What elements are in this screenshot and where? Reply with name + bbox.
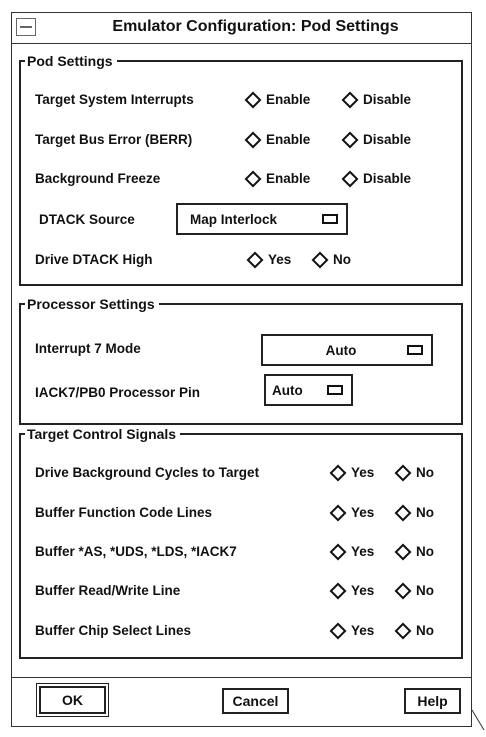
drive-dtack-high-yes-radio[interactable]: Yes: [246, 251, 292, 268]
target-control-signals-group: Target Control Signals Drive Background …: [19, 425, 463, 659]
diamond-radio-icon: [341, 131, 359, 148]
drive-dtack-high-label: Drive DTACK High: [35, 252, 153, 267]
diamond-radio-icon: [341, 91, 359, 108]
drive-dtack-high-no-radio[interactable]: No: [311, 251, 351, 268]
pod-settings-group: Pod Settings Target System Interrupts En…: [19, 52, 463, 286]
dtack-source-label: DTACK Source: [39, 212, 135, 227]
iack7-pb0-value: Auto: [272, 382, 303, 398]
target-system-interrupts-label: Target System Interrupts: [35, 92, 194, 107]
target-control-signals-title: Target Control Signals: [25, 425, 181, 443]
processor-settings-group: Processor Settings Interrupt 7 Mode Auto…: [19, 295, 463, 425]
drive-background-cycles-no-radio[interactable]: No: [394, 464, 434, 481]
title-bar: Emulator Configuration: Pod Settings: [12, 13, 471, 44]
diamond-radio-icon: [329, 582, 347, 599]
option-label: Enable: [266, 132, 311, 147]
diamond-radio-icon: [246, 251, 264, 268]
drive-background-cycles-yes-radio[interactable]: Yes: [329, 464, 375, 481]
background-freeze-label: Background Freeze: [35, 171, 161, 186]
help-button[interactable]: Help: [404, 688, 461, 714]
dropdown-indicator-icon: [407, 345, 423, 355]
option-label: No: [416, 623, 434, 638]
buffer-read-write-line-label: Buffer Read/Write Line: [35, 583, 181, 598]
diamond-radio-icon: [394, 582, 412, 599]
background-freeze-enable-radio[interactable]: Enable: [244, 170, 311, 187]
option-label: Enable: [266, 92, 311, 107]
buffer-function-code-lines-label: Buffer Function Code Lines: [35, 505, 212, 520]
buffer-chip-select-lines-yes-radio[interactable]: Yes: [329, 622, 375, 639]
buffer-read-write-line-no-radio[interactable]: No: [394, 582, 434, 599]
diamond-radio-icon: [244, 131, 262, 148]
diamond-radio-icon: [244, 91, 262, 108]
target-system-interrupts-disable-radio[interactable]: Disable: [341, 91, 412, 108]
iack7-pb0-label: IACK7/PB0 Processor Pin: [35, 385, 201, 400]
button-area-separator: [12, 677, 471, 678]
target-bus-error-disable-radio[interactable]: Disable: [341, 131, 412, 148]
diamond-radio-icon: [329, 622, 347, 639]
buffer-as-uds-lds-iack7-no-radio[interactable]: No: [394, 543, 434, 560]
option-label: Yes: [351, 544, 375, 559]
dialog-window: Emulator Configuration: Pod Settings Pod…: [11, 12, 472, 727]
option-label: Disable: [363, 132, 412, 147]
option-label: No: [333, 252, 351, 267]
dtack-source-dropdown[interactable]: Map Interlock: [176, 203, 348, 235]
option-label: Disable: [363, 92, 412, 107]
buffer-chip-select-lines-no-radio[interactable]: No: [394, 622, 434, 639]
diamond-radio-icon: [394, 464, 412, 481]
diamond-radio-icon: [329, 464, 347, 481]
interrupt-7-mode-value: Auto: [325, 342, 357, 358]
buffer-as-uds-lds-iack7-label: Buffer *AS, *UDS, *LDS, *IACK7: [35, 544, 237, 559]
diamond-radio-icon: [394, 504, 412, 521]
diamond-radio-icon: [329, 543, 347, 560]
option-label: Yes: [351, 583, 375, 598]
option-label: No: [416, 544, 434, 559]
option-label: Yes: [268, 252, 292, 267]
processor-settings-title: Processor Settings: [25, 295, 159, 313]
option-label: No: [416, 505, 434, 520]
option-label: Disable: [363, 171, 412, 186]
diamond-radio-icon: [244, 170, 262, 187]
target-bus-error-label: Target Bus Error (BERR): [35, 132, 193, 147]
system-menu-icon[interactable]: [16, 18, 36, 36]
buffer-chip-select-lines-label: Buffer Chip Select Lines: [35, 623, 192, 638]
ok-button[interactable]: OK: [36, 683, 109, 717]
diamond-radio-icon: [394, 622, 412, 639]
drive-background-cycles-label: Drive Background Cycles to Target: [35, 465, 260, 480]
diamond-radio-icon: [329, 504, 347, 521]
diamond-radio-icon: [311, 251, 329, 268]
interrupt-7-mode-label: Interrupt 7 Mode: [35, 341, 141, 356]
pod-settings-title: Pod Settings: [25, 52, 117, 70]
buffer-function-code-lines-no-radio[interactable]: No: [394, 504, 434, 521]
cancel-button[interactable]: Cancel: [222, 688, 289, 714]
diamond-radio-icon: [341, 170, 359, 187]
interrupt-7-mode-dropdown[interactable]: Auto: [261, 334, 433, 366]
dtack-source-value: Map Interlock: [190, 211, 278, 227]
target-system-interrupts-enable-radio[interactable]: Enable: [244, 91, 311, 108]
background-freeze-disable-radio[interactable]: Disable: [341, 170, 412, 187]
buffer-function-code-lines-yes-radio[interactable]: Yes: [329, 504, 375, 521]
option-label: Enable: [266, 171, 311, 186]
option-label: Yes: [351, 465, 375, 480]
resize-grip-icon[interactable]: [470, 708, 486, 732]
iack7-pb0-dropdown[interactable]: Auto: [264, 374, 353, 406]
option-label: No: [416, 465, 434, 480]
window-title: Emulator Configuration: Pod Settings: [112, 18, 399, 35]
buffer-read-write-line-yes-radio[interactable]: Yes: [329, 582, 375, 599]
target-bus-error-enable-radio[interactable]: Enable: [244, 131, 311, 148]
dropdown-indicator-icon: [322, 214, 338, 224]
option-label: Yes: [351, 623, 375, 638]
option-label: No: [416, 583, 434, 598]
option-label: Yes: [351, 505, 375, 520]
dropdown-indicator-icon: [327, 385, 343, 395]
diamond-radio-icon: [394, 543, 412, 560]
buffer-as-uds-lds-iack7-yes-radio[interactable]: Yes: [329, 543, 375, 560]
